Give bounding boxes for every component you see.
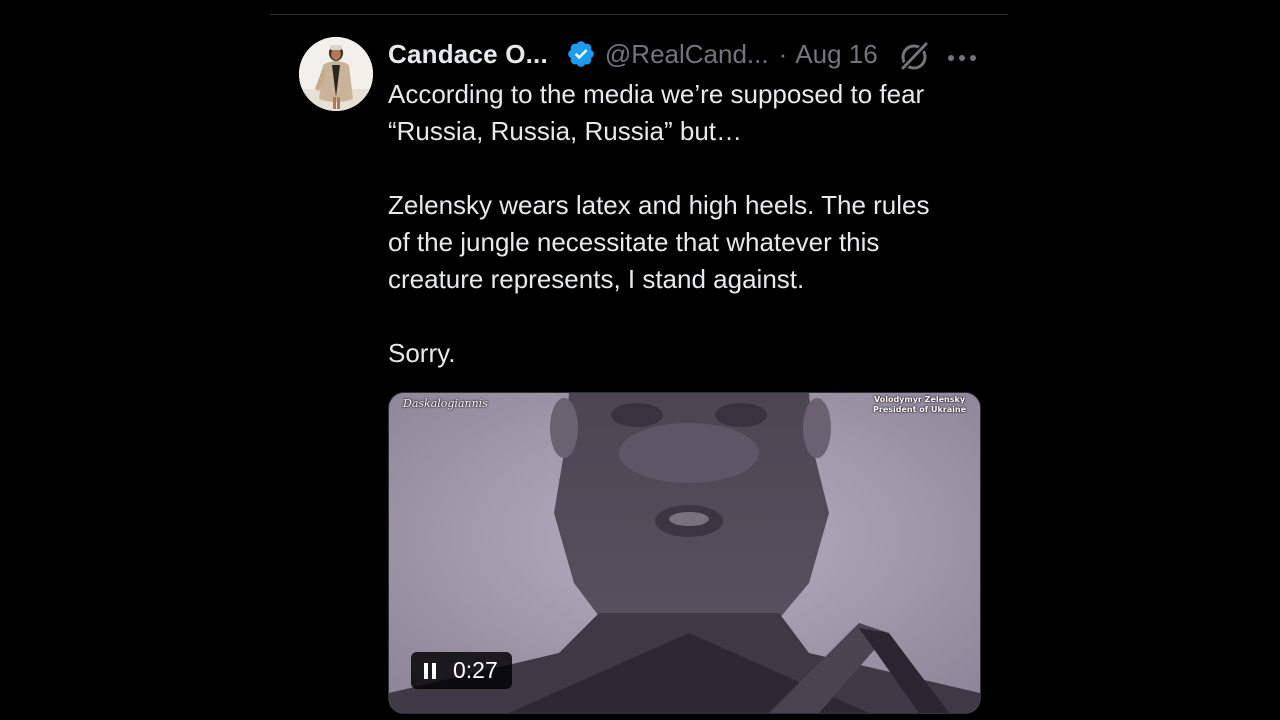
video-duration: 0:27: [453, 657, 498, 683]
post-text: According to the media we’re supposed to…: [388, 76, 988, 372]
video-caption-title: President of Ukraine: [873, 405, 966, 414]
video-caption: Volodymyr Zelensky President of Ukraine: [873, 395, 966, 415]
post-text-paragraph: Sorry.: [388, 338, 456, 368]
author-handle[interactable]: @RealCand...: [605, 39, 769, 70]
author-display-name[interactable]: Candace O...: [388, 39, 548, 70]
post-page: Candace O... @RealCand... · Aug 16 Accor…: [0, 0, 1280, 720]
top-divider: [270, 14, 1008, 15]
more-icon[interactable]: [946, 50, 978, 61]
post-text-paragraph: Zelensky wears latex and high heels. The…: [388, 190, 930, 294]
post-video[interactable]: Daskalogiannis Volodymyr Zelensky Presid…: [388, 392, 981, 714]
grok-icon[interactable]: [898, 41, 930, 72]
author-avatar[interactable]: [299, 37, 373, 111]
video-caption-name: Volodymyr Zelensky: [873, 395, 966, 404]
pause-icon[interactable]: [423, 662, 437, 680]
post-text-paragraph: According to the media we’re supposed to…: [388, 79, 925, 146]
video-controls: 0:27: [411, 652, 512, 689]
video-watermark: Daskalogiannis: [403, 397, 488, 410]
header-separator: ·: [778, 38, 788, 69]
post-date[interactable]: Aug 16: [795, 39, 877, 70]
verified-badge-icon: [566, 39, 596, 69]
